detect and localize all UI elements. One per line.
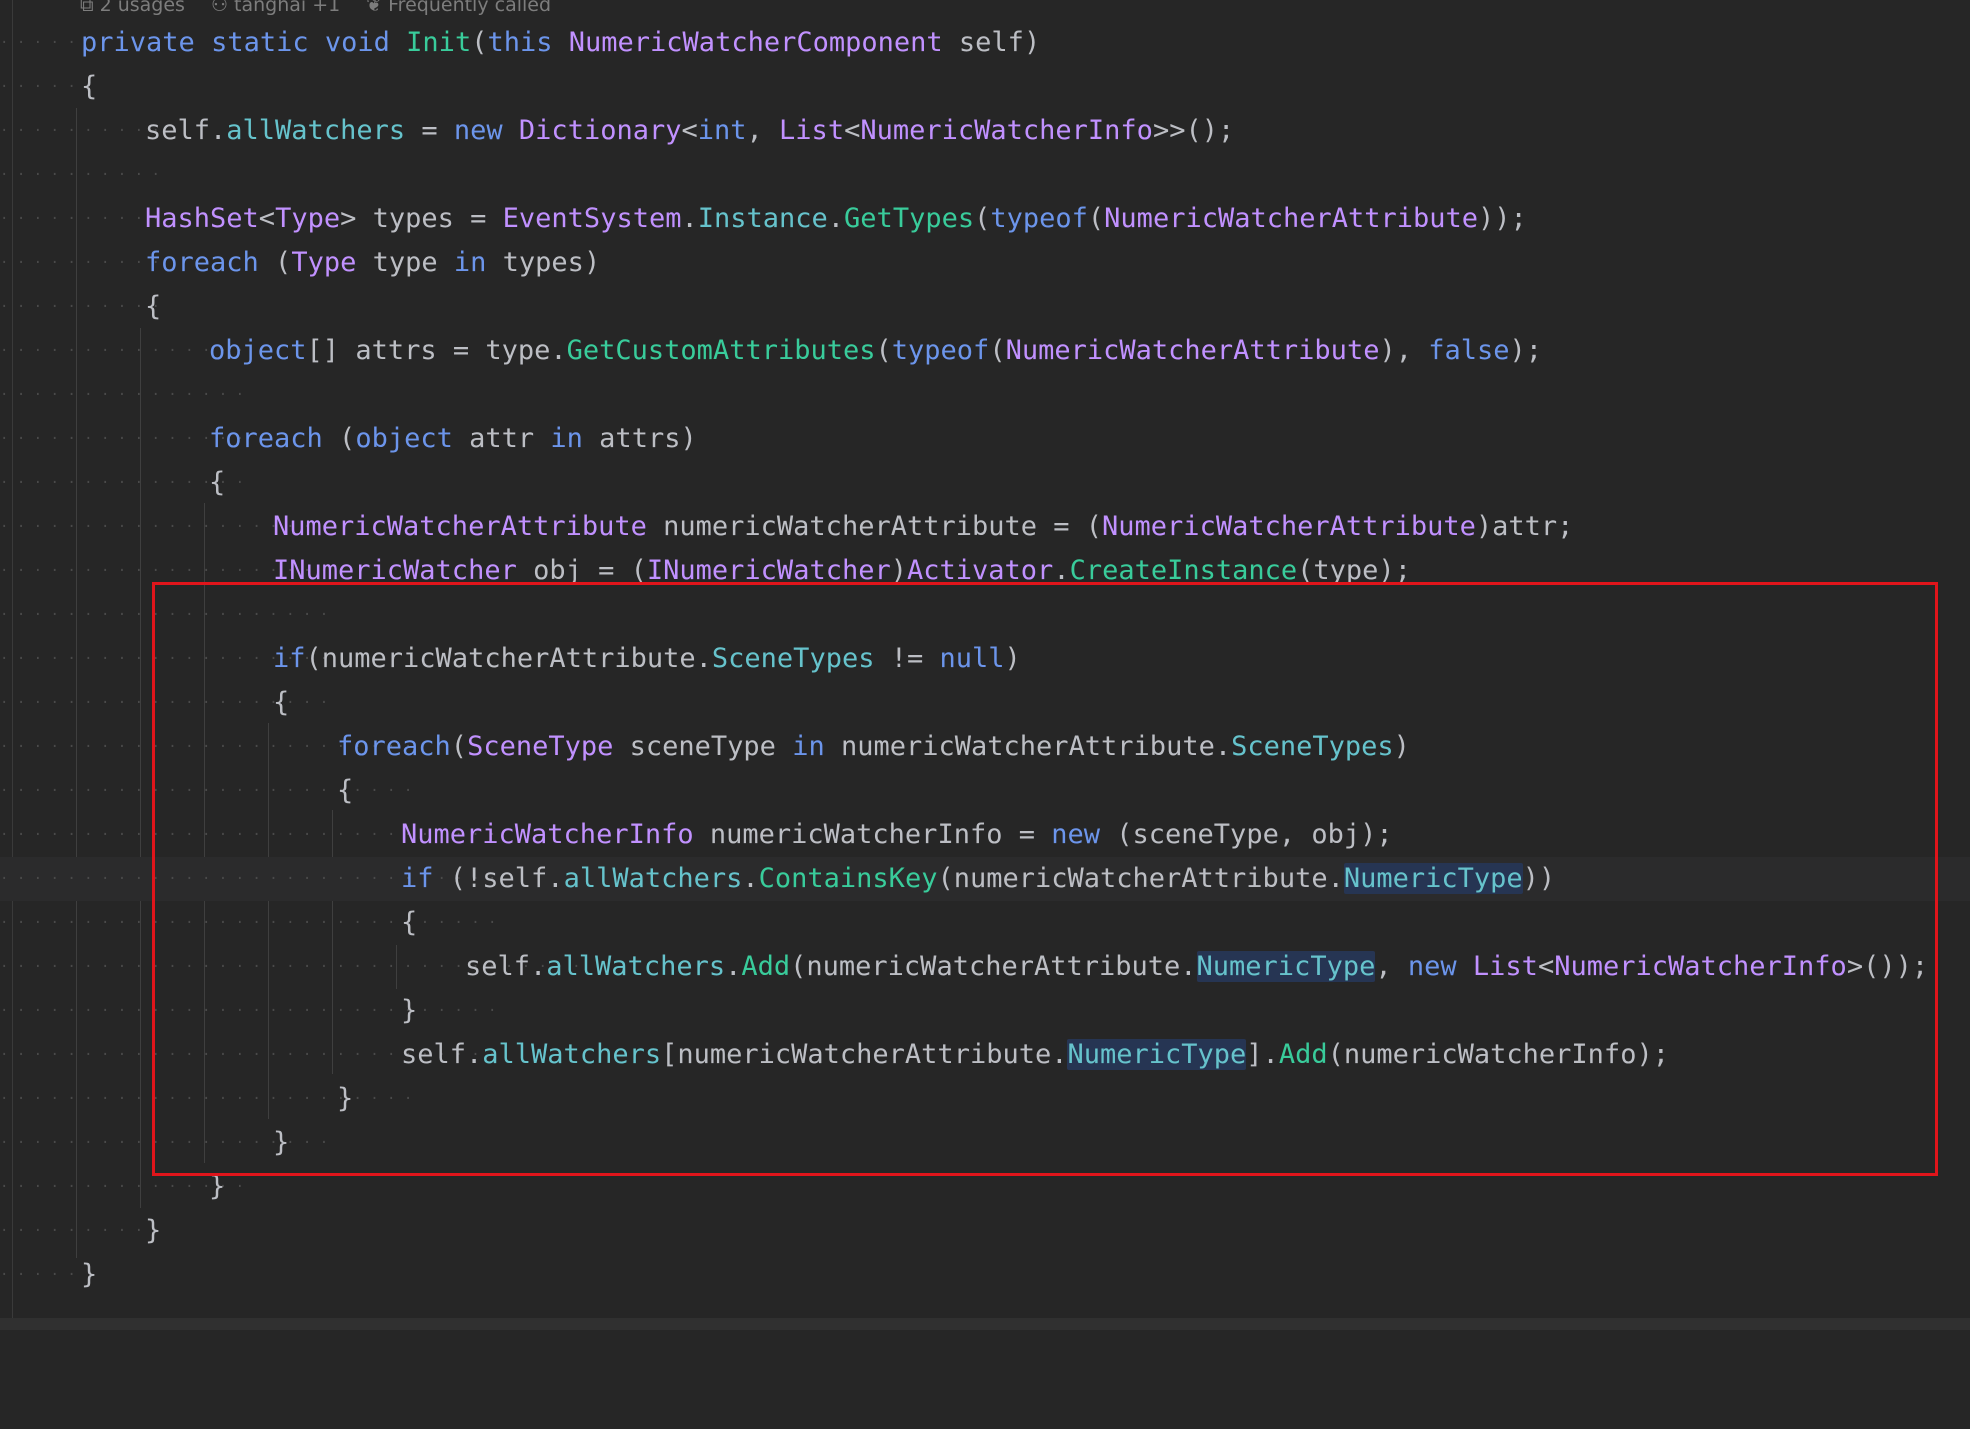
brace-close: } <box>81 1259 98 1290</box>
brace-close: } <box>273 1127 290 1158</box>
brace-open: { <box>401 907 418 938</box>
code-vision-hints: ⧉ 2 usages ⚇ tanghai +1 ❦ Frequently called <box>80 0 551 16</box>
brace-open: { <box>81 71 98 102</box>
code-text: HashSet<Type> types = EventSystem.Instan… <box>145 203 1527 234</box>
code-line[interactable]: ························· } <box>0 1077 1970 1121</box>
whitespace-dots: ······························ <box>0 915 505 931</box>
frequency-hint: ❦ Frequently called <box>366 0 551 16</box>
code-line-current[interactable]: ······························ if (!self… <box>0 857 1970 901</box>
code-text: self.allWatchers[numericWatcherAttribute… <box>401 1039 1669 1070</box>
code-line[interactable]: ······························ { <box>0 901 1970 945</box>
person-icon: ⚇ <box>210 0 228 16</box>
token-static: static <box>211 27 309 58</box>
method-signature: private static void Init(this NumericWat… <box>81 27 1041 58</box>
whitespace-dots: ·········· <box>0 299 169 315</box>
brace-open: { <box>337 775 354 806</box>
token-void: void <box>324 27 390 58</box>
code-line[interactable]: ·········· { <box>0 285 1970 329</box>
code-line[interactable]: ····· } <box>0 1253 1970 1297</box>
whitespace-dots: ····· <box>0 1267 85 1283</box>
whitespace-dots: ······························ <box>0 1003 505 1019</box>
whitespace-dots: ························· <box>0 1091 421 1107</box>
brace-open: { <box>273 687 290 718</box>
code-line[interactable]: ······························ self.allW… <box>0 1033 1970 1077</box>
token-private: private <box>81 27 195 58</box>
code-line[interactable]: ····· { <box>0 65 1970 109</box>
token-method-name: Init <box>406 27 472 58</box>
whitespace-dots: ·········· <box>0 255 169 271</box>
brace-close: } <box>209 1171 226 1202</box>
authors-text: tanghai +1 <box>234 0 341 16</box>
usages-hint[interactable]: ⧉ 2 usages <box>80 0 185 16</box>
usages-icon: ⧉ <box>80 0 94 16</box>
code-text: foreach(SceneType sceneType in numericWa… <box>337 731 1410 762</box>
code-text: self.allWatchers.Add(numericWatcherAttri… <box>465 951 1929 982</box>
brace-close: } <box>145 1215 162 1246</box>
brace-close: } <box>401 995 418 1026</box>
code-line[interactable]: ····· private static void Init(this Nume… <box>0 21 1970 65</box>
code-text: NumericWatcherInfo numericWatcherInfo = … <box>401 819 1393 850</box>
code-line[interactable]: ··································· self… <box>0 945 1970 989</box>
code-line[interactable]: ··············· { <box>0 461 1970 505</box>
code-line[interactable]: ···················· { <box>0 681 1970 725</box>
code-line[interactable]: ······························ NumericWa… <box>0 813 1970 857</box>
code-text: NumericWatcherAttribute numericWatcherAt… <box>273 511 1574 542</box>
usages-text: 2 usages <box>99 0 185 16</box>
code-text: if(numericWatcherAttribute.SceneTypes !=… <box>273 643 1021 674</box>
token-param-type: NumericWatcherComponent <box>568 27 943 58</box>
code-line[interactable]: ··············· } <box>0 1165 1970 1209</box>
code-line[interactable]: ···················· <box>0 593 1970 637</box>
code-line[interactable]: ······························ } <box>0 989 1970 1033</box>
whitespace-dots: ····· <box>0 35 85 51</box>
code-line[interactable]: ··············· object[] attrs = type.Ge… <box>0 329 1970 373</box>
code-editor[interactable]: ⧉ 2 usages ⚇ tanghai +1 ❦ Frequently called… <box>0 0 1970 1330</box>
code-line[interactable]: ·········· } <box>0 1209 1970 1253</box>
code-line[interactable]: ···················· if(numericWatcherAt… <box>0 637 1970 681</box>
code-text: object[] attrs = type.GetCustomAttribute… <box>209 335 1543 366</box>
whitespace-dots: ························· <box>0 783 421 799</box>
code-line[interactable]: ·········· self.allWatchers = new Dictio… <box>0 109 1970 153</box>
brace-open: { <box>209 467 226 498</box>
frequency-text: Frequently called <box>388 0 552 16</box>
code-line[interactable]: ··············· foreach (object attr in … <box>0 417 1970 461</box>
whitespace-dots: ·········· <box>0 1223 169 1239</box>
code-text: foreach (object attr in attrs) <box>209 423 697 454</box>
code-line[interactable]: ························· foreach(SceneT… <box>0 725 1970 769</box>
code-line[interactable]: ·········· foreach (Type type in types) <box>0 241 1970 285</box>
code-text: self.allWatchers = new Dictionary<int, L… <box>145 115 1235 146</box>
authors-hint[interactable]: ⚇ tanghai +1 <box>211 0 340 16</box>
code-text: if (!self.allWatchers.ContainsKey(numeri… <box>401 863 1556 894</box>
flame-icon: ❦ <box>366 0 383 16</box>
whitespace-dots: ·········· <box>0 123 169 139</box>
code-line[interactable]: ··············· <box>0 373 1970 417</box>
code-line[interactable]: ························· { <box>0 769 1970 813</box>
code-line[interactable]: ···················· INumericWatcher obj… <box>0 549 1970 593</box>
brace-close: } <box>337 1083 354 1114</box>
horizontal-scrollbar[interactable] <box>0 1318 1970 1330</box>
whitespace-dots: ···················· <box>0 607 337 623</box>
code-line[interactable]: ·········· <box>0 153 1970 197</box>
code-text: foreach (Type type in types) <box>145 247 601 278</box>
token-param-name: self <box>958 27 1024 58</box>
brace-open: { <box>145 291 162 322</box>
whitespace-dots: ··············· <box>0 387 253 403</box>
token-this: this <box>487 27 553 58</box>
code-line[interactable]: ·········· HashSet<Type> types = EventSy… <box>0 197 1970 241</box>
whitespace-dots: ····· <box>0 79 85 95</box>
whitespace-dots: ·········· <box>0 211 169 227</box>
code-text: INumericWatcher obj = (INumericWatcher)A… <box>273 555 1411 586</box>
code-line[interactable]: ···················· } <box>0 1121 1970 1165</box>
whitespace-dots: ·········· <box>0 167 169 183</box>
code-line[interactable]: ···················· NumericWatcherAttri… <box>0 505 1970 549</box>
